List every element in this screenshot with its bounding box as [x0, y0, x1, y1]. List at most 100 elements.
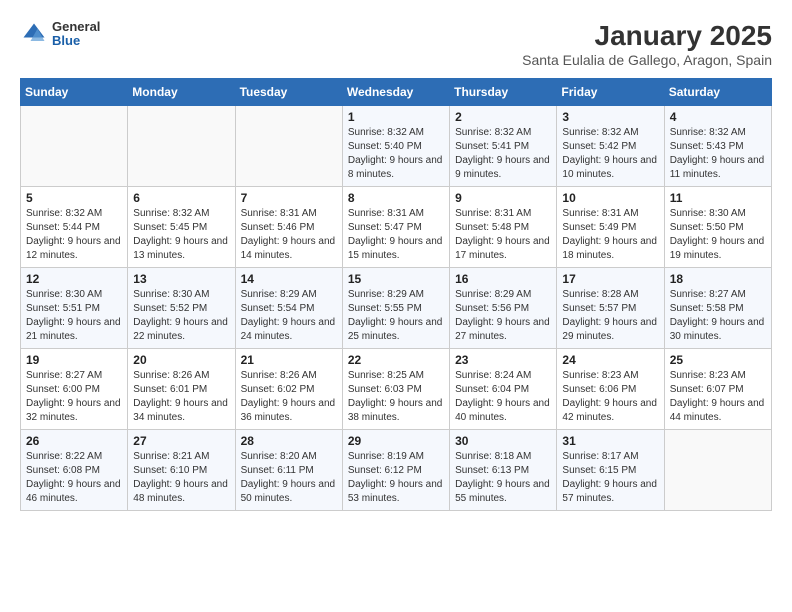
day-detail: Sunrise: 8:32 AM Sunset: 5:45 PM Dayligh… [133, 207, 229, 263]
day-cell [235, 106, 342, 187]
day-cell: 10 Sunrise: 8:31 AM Sunset: 5:49 PM Dayli… [557, 187, 664, 268]
weekday-header-saturday: Saturday [664, 79, 771, 106]
day-number: 16 [455, 272, 551, 286]
weekday-header-wednesday: Wednesday [342, 79, 449, 106]
day-detail: Sunrise: 8:28 AM Sunset: 5:57 PM Dayligh… [562, 288, 658, 344]
day-detail: Sunrise: 8:26 AM Sunset: 6:02 PM Dayligh… [241, 369, 337, 425]
day-detail: Sunrise: 8:23 AM Sunset: 6:07 PM Dayligh… [670, 369, 766, 425]
day-number: 6 [133, 191, 229, 205]
logo-text: General Blue [52, 20, 100, 49]
day-detail: Sunrise: 8:18 AM Sunset: 6:13 PM Dayligh… [455, 450, 551, 506]
day-detail: Sunrise: 8:32 AM Sunset: 5:42 PM Dayligh… [562, 126, 658, 182]
day-number: 24 [562, 353, 658, 367]
day-detail: Sunrise: 8:32 AM Sunset: 5:40 PM Dayligh… [348, 126, 444, 182]
week-row-4: 19Sunrise: 8:27 AM Sunset: 6:00 PM Dayli… [21, 349, 772, 430]
day-detail: Sunrise: 8:31 AM Sunset: 5:49 PM Dayligh… [562, 207, 658, 263]
day-detail: Sunrise: 8:20 AM Sunset: 6:11 PM Dayligh… [241, 450, 337, 506]
day-detail: Sunrise: 8:22 AM Sunset: 6:08 PM Dayligh… [26, 450, 122, 506]
day-cell: 12Sunrise: 8:30 AM Sunset: 5:51 PM Dayli… [21, 268, 128, 349]
weekday-header-row: SundayMondayTuesdayWednesdayThursdayFrid… [21, 79, 772, 106]
day-cell: 24 Sunrise: 8:23 AM Sunset: 6:06 PM Dayli… [557, 349, 664, 430]
day-detail: Sunrise: 8:30 AM Sunset: 5:52 PM Dayligh… [133, 288, 229, 344]
day-cell: 16Sunrise: 8:29 AM Sunset: 5:56 PM Dayli… [450, 268, 557, 349]
calendar-table: SundayMondayTuesdayWednesdayThursdayFrid… [20, 78, 772, 511]
day-number: 22 [348, 353, 444, 367]
day-cell: 21 Sunrise: 8:26 AM Sunset: 6:02 PM Dayli… [235, 349, 342, 430]
day-cell: 20 Sunrise: 8:26 AM Sunset: 6:01 PM Dayli… [128, 349, 235, 430]
header: General Blue January 2025 Santa Eulalia … [20, 20, 772, 68]
day-number: 11 [670, 191, 766, 205]
day-cell: 7 Sunrise: 8:31 AM Sunset: 5:46 PM Daylig… [235, 187, 342, 268]
weekday-header-monday: Monday [128, 79, 235, 106]
day-number: 26 [26, 434, 122, 448]
day-number: 30 [455, 434, 551, 448]
week-row-2: 5 Sunrise: 8:32 AM Sunset: 5:44 PM Daylig… [21, 187, 772, 268]
day-cell: 31Sunrise: 8:17 AM Sunset: 6:15 PM Dayli… [557, 430, 664, 511]
day-number: 28 [241, 434, 337, 448]
day-cell: 1 Sunrise: 8:32 AM Sunset: 5:40 PM Daylig… [342, 106, 449, 187]
weekday-header-friday: Friday [557, 79, 664, 106]
day-number: 17 [562, 272, 658, 286]
day-cell: 13 Sunrise: 8:30 AM Sunset: 5:52 PM Dayli… [128, 268, 235, 349]
day-cell: 18Sunrise: 8:27 AM Sunset: 5:58 PM Dayli… [664, 268, 771, 349]
week-row-3: 12Sunrise: 8:30 AM Sunset: 5:51 PM Dayli… [21, 268, 772, 349]
day-cell [664, 430, 771, 511]
day-detail: Sunrise: 8:25 AM Sunset: 6:03 PM Dayligh… [348, 369, 444, 425]
day-number: 5 [26, 191, 122, 205]
day-cell [21, 106, 128, 187]
day-cell: 22 Sunrise: 8:25 AM Sunset: 6:03 PM Dayli… [342, 349, 449, 430]
day-number: 7 [241, 191, 337, 205]
day-number: 20 [133, 353, 229, 367]
day-cell: 15 Sunrise: 8:29 AM Sunset: 5:55 PM Dayli… [342, 268, 449, 349]
weekday-header-sunday: Sunday [21, 79, 128, 106]
day-detail: Sunrise: 8:32 AM Sunset: 5:44 PM Dayligh… [26, 207, 122, 263]
day-detail: Sunrise: 8:29 AM Sunset: 5:55 PM Dayligh… [348, 288, 444, 344]
day-detail: Sunrise: 8:32 AM Sunset: 5:43 PM Dayligh… [670, 126, 766, 182]
day-detail: Sunrise: 8:31 AM Sunset: 5:46 PM Dayligh… [241, 207, 337, 263]
logo-general-text: General [52, 20, 100, 34]
day-number: 21 [241, 353, 337, 367]
day-number: 14 [241, 272, 337, 286]
day-cell: 6 Sunrise: 8:32 AM Sunset: 5:45 PM Daylig… [128, 187, 235, 268]
day-detail: Sunrise: 8:21 AM Sunset: 6:10 PM Dayligh… [133, 450, 229, 506]
week-row-1: 1 Sunrise: 8:32 AM Sunset: 5:40 PM Daylig… [21, 106, 772, 187]
day-number: 15 [348, 272, 444, 286]
title-area: January 2025 Santa Eulalia de Gallego, A… [522, 20, 772, 68]
day-cell: 30 Sunrise: 8:18 AM Sunset: 6:13 PM Dayli… [450, 430, 557, 511]
week-row-5: 26 Sunrise: 8:22 AM Sunset: 6:08 PM Dayli… [21, 430, 772, 511]
day-cell: 9Sunrise: 8:31 AM Sunset: 5:48 PM Daylig… [450, 187, 557, 268]
day-number: 13 [133, 272, 229, 286]
day-cell [128, 106, 235, 187]
day-detail: Sunrise: 8:26 AM Sunset: 6:01 PM Dayligh… [133, 369, 229, 425]
day-detail: Sunrise: 8:24 AM Sunset: 6:04 PM Dayligh… [455, 369, 551, 425]
day-cell: 23Sunrise: 8:24 AM Sunset: 6:04 PM Dayli… [450, 349, 557, 430]
day-detail: Sunrise: 8:17 AM Sunset: 6:15 PM Dayligh… [562, 450, 658, 506]
day-cell: 29 Sunrise: 8:19 AM Sunset: 6:12 PM Dayli… [342, 430, 449, 511]
calendar-title: January 2025 [522, 20, 772, 52]
calendar-subtitle: Santa Eulalia de Gallego, Aragon, Spain [522, 52, 772, 68]
day-detail: Sunrise: 8:23 AM Sunset: 6:06 PM Dayligh… [562, 369, 658, 425]
logo-icon [20, 20, 48, 48]
logo-blue-text: Blue [52, 34, 100, 48]
day-number: 25 [670, 353, 766, 367]
day-number: 10 [562, 191, 658, 205]
day-detail: Sunrise: 8:29 AM Sunset: 5:54 PM Dayligh… [241, 288, 337, 344]
day-cell: 5 Sunrise: 8:32 AM Sunset: 5:44 PM Daylig… [21, 187, 128, 268]
day-cell: 2Sunrise: 8:32 AM Sunset: 5:41 PM Daylig… [450, 106, 557, 187]
day-number: 27 [133, 434, 229, 448]
day-cell: 11Sunrise: 8:30 AM Sunset: 5:50 PM Dayli… [664, 187, 771, 268]
day-number: 1 [348, 110, 444, 124]
weekday-header-tuesday: Tuesday [235, 79, 342, 106]
day-number: 18 [670, 272, 766, 286]
day-number: 29 [348, 434, 444, 448]
logo: General Blue [20, 20, 100, 49]
day-cell: 3Sunrise: 8:32 AM Sunset: 5:42 PM Daylig… [557, 106, 664, 187]
day-detail: Sunrise: 8:19 AM Sunset: 6:12 PM Dayligh… [348, 450, 444, 506]
day-number: 4 [670, 110, 766, 124]
day-cell: 17 Sunrise: 8:28 AM Sunset: 5:57 PM Dayli… [557, 268, 664, 349]
day-detail: Sunrise: 8:31 AM Sunset: 5:48 PM Dayligh… [455, 207, 551, 263]
day-cell: 4 Sunrise: 8:32 AM Sunset: 5:43 PM Daylig… [664, 106, 771, 187]
day-detail: Sunrise: 8:27 AM Sunset: 6:00 PM Dayligh… [26, 369, 122, 425]
day-cell: 25 Sunrise: 8:23 AM Sunset: 6:07 PM Dayli… [664, 349, 771, 430]
weekday-header-thursday: Thursday [450, 79, 557, 106]
